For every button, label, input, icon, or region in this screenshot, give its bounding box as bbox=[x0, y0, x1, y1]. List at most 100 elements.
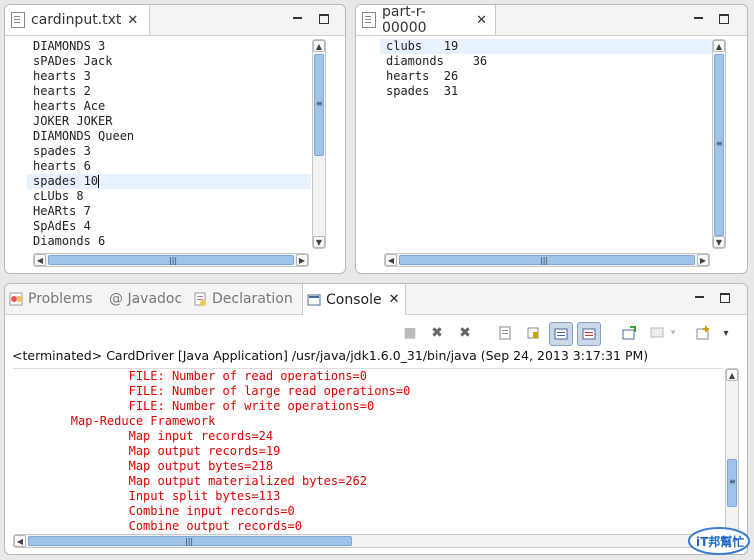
editor-line-text: hearts 3 bbox=[33, 69, 91, 83]
scroll-thumb[interactable]: ||| bbox=[48, 255, 294, 265]
editor-line[interactable]: DIAMONDS Queen bbox=[27, 129, 311, 144]
editor-line[interactable]: spades 31 bbox=[380, 84, 712, 99]
editor-line-text: HeARts 7 bbox=[33, 204, 91, 218]
scroll-left-arrow[interactable]: ◀ bbox=[385, 254, 397, 266]
editor-line[interactable]: hearts 2 bbox=[27, 84, 311, 99]
editor-line[interactable]: Diamonds 6 bbox=[27, 234, 311, 249]
console-icon bbox=[307, 293, 321, 307]
editor-line[interactable]: hearts 3 bbox=[27, 69, 311, 84]
editor-line-text: hearts 2 bbox=[33, 84, 91, 98]
scroll-right-arrow[interactable]: ▶ bbox=[697, 254, 709, 266]
tab-label: part-r-00000 bbox=[381, 4, 427, 36]
scroll-thumb[interactable]: ||| bbox=[28, 536, 352, 546]
maximize-icon[interactable] bbox=[718, 13, 730, 25]
scroll-right-arrow[interactable]: ▶ bbox=[296, 254, 308, 266]
editor-line[interactable]: HeARts 7 bbox=[27, 204, 311, 219]
scroll-left-arrow[interactable]: ◀ bbox=[34, 254, 46, 266]
clear-console-icon[interactable] bbox=[495, 323, 515, 343]
tab-console[interactable]: Console ✕ bbox=[302, 284, 407, 315]
tab-label: Problems bbox=[28, 291, 93, 307]
scroll-thumb[interactable]: ≡ bbox=[714, 54, 724, 236]
editor-line[interactable]: cLUbs 8 bbox=[27, 189, 311, 204]
vertical-scrollbar[interactable]: ▲ ≡ ▼ bbox=[312, 39, 326, 249]
minimize-icon[interactable] bbox=[693, 292, 705, 304]
editor-line-text: hearts Ace bbox=[33, 99, 106, 113]
editor-line-text: cLUbs 8 bbox=[33, 189, 84, 203]
editor-line-text: spades 31 bbox=[386, 84, 459, 98]
display-selected-console-icon[interactable] bbox=[647, 323, 667, 343]
editor-line[interactable]: spades 3 bbox=[27, 144, 311, 159]
editor-line[interactable]: clubs 19 bbox=[380, 39, 712, 54]
editor-line[interactable]: SpAdEs 4 bbox=[27, 219, 311, 234]
console-output[interactable]: FILE: Number of read operations=0 FILE: … bbox=[13, 368, 723, 533]
editor-line-text: DIAMONDS 3 bbox=[33, 39, 106, 53]
scroll-up-arrow[interactable]: ▲ bbox=[726, 369, 738, 381]
scroll-up-arrow[interactable]: ▲ bbox=[313, 40, 325, 52]
close-tab-icon[interactable]: ✕ bbox=[476, 13, 487, 28]
tab-javadoc[interactable]: @ Javadoc bbox=[109, 284, 182, 314]
tab-problems[interactable]: Problems bbox=[9, 284, 93, 314]
scroll-left-arrow[interactable]: ◀ bbox=[14, 535, 26, 547]
close-tab-icon[interactable]: ✕ bbox=[127, 13, 138, 28]
chevron-down-icon[interactable]: ▾ bbox=[719, 323, 733, 343]
console-line: Map output materialized bytes=262 bbox=[13, 474, 368, 488]
tab-part-r-00000[interactable]: part-r-00000 ✕ bbox=[356, 4, 496, 36]
terminate-icon[interactable]: ■ bbox=[400, 323, 420, 343]
vertical-scrollbar[interactable]: ▲ ≡ ▼ bbox=[712, 39, 726, 249]
scroll-thumb[interactable]: ≡ bbox=[727, 459, 737, 507]
editor-line[interactable]: sPADes Jack bbox=[27, 54, 311, 69]
problems-icon bbox=[9, 292, 23, 306]
console-line: Map input records=24 bbox=[13, 429, 274, 443]
editor-line[interactable]: JOKER JOKER bbox=[27, 114, 311, 129]
pin-console-icon[interactable] bbox=[619, 323, 639, 343]
tab-declaration[interactable]: Declaration bbox=[193, 284, 293, 314]
scroll-up-arrow[interactable]: ▲ bbox=[713, 40, 725, 52]
vertical-scrollbar[interactable]: ▲ ≡ bbox=[725, 368, 739, 538]
tab-label: @ Javadoc bbox=[109, 291, 183, 307]
editor-line[interactable]: spades 10 bbox=[27, 174, 311, 189]
text-file-icon bbox=[11, 12, 25, 28]
bottom-tabbar: Problems @ Javadoc Declaration Console ✕ bbox=[5, 284, 747, 315]
horizontal-scrollbar[interactable]: ◀ ||| ▶ bbox=[33, 253, 309, 267]
remove-launch-icon[interactable]: ✖ bbox=[427, 323, 447, 343]
minimize-icon[interactable] bbox=[291, 13, 303, 25]
horizontal-scrollbar[interactable]: ◀ ||| ▶ bbox=[384, 253, 710, 267]
text-editor-area[interactable]: DIAMONDS 3 sPADes Jack hearts 3 hearts 2 hea… bbox=[27, 39, 311, 251]
horizontal-scrollbar[interactable]: ◀ ||| bbox=[13, 534, 723, 548]
close-tab-icon[interactable]: ✕ bbox=[389, 292, 400, 307]
scroll-thumb[interactable]: ||| bbox=[399, 255, 695, 265]
console-line: FILE: Number of write operations=0 bbox=[13, 399, 375, 413]
console-line: Combine output records=0 bbox=[13, 519, 302, 533]
console-line: Input split bytes=113 bbox=[13, 489, 281, 503]
editor-line[interactable]: diamonds 36 bbox=[380, 54, 712, 69]
show-console-on-error-icon[interactable] bbox=[577, 322, 601, 346]
editor-line[interactable]: hearts 26 bbox=[380, 69, 712, 84]
tab-cardinput[interactable]: cardinput.txt ✕ bbox=[5, 5, 150, 35]
text-editor-area[interactable]: clubs 19 diamonds 36 hearts 26 spades 31 bbox=[380, 39, 712, 251]
editor-line-text: spades 10 bbox=[33, 174, 99, 188]
maximize-icon[interactable] bbox=[719, 292, 731, 304]
tab-label: cardinput.txt bbox=[31, 12, 122, 28]
editor-line[interactable]: hearts Ace bbox=[27, 99, 311, 114]
open-console-icon[interactable] bbox=[693, 323, 713, 343]
chevron-down-icon[interactable]: ▾ bbox=[667, 323, 679, 343]
editor-line[interactable]: DIAMONDS 3 bbox=[27, 39, 311, 54]
left-editor-panel: cardinput.txt ✕ DIAMONDS 3 sPADes Jack hea… bbox=[4, 4, 346, 274]
console-line: Map-Reduce Framework bbox=[13, 414, 216, 428]
scroll-lock-icon[interactable] bbox=[523, 323, 543, 343]
text-caret bbox=[98, 175, 100, 188]
maximize-icon[interactable] bbox=[318, 13, 330, 25]
scroll-down-arrow[interactable]: ▼ bbox=[313, 236, 325, 248]
show-console-on-output-icon[interactable] bbox=[549, 322, 573, 346]
tab-label: Declaration bbox=[212, 291, 293, 307]
minimize-icon[interactable] bbox=[692, 13, 704, 25]
remove-all-terminated-icon[interactable]: ✖ bbox=[455, 323, 475, 343]
console-line: FILE: Number of large read operations=0 bbox=[13, 384, 411, 398]
text-file-icon bbox=[362, 12, 376, 28]
right-editor-panel: part-r-00000 ✕ clubs 19 diamonds 36 hearts… bbox=[355, 4, 748, 274]
editor-line-text: hearts 26 bbox=[386, 69, 459, 83]
scroll-down-arrow[interactable]: ▼ bbox=[713, 236, 725, 248]
scroll-thumb[interactable]: ≡ bbox=[314, 54, 324, 156]
editor-line[interactable]: hearts 6 bbox=[27, 159, 311, 174]
tab-label: Console bbox=[326, 291, 382, 308]
